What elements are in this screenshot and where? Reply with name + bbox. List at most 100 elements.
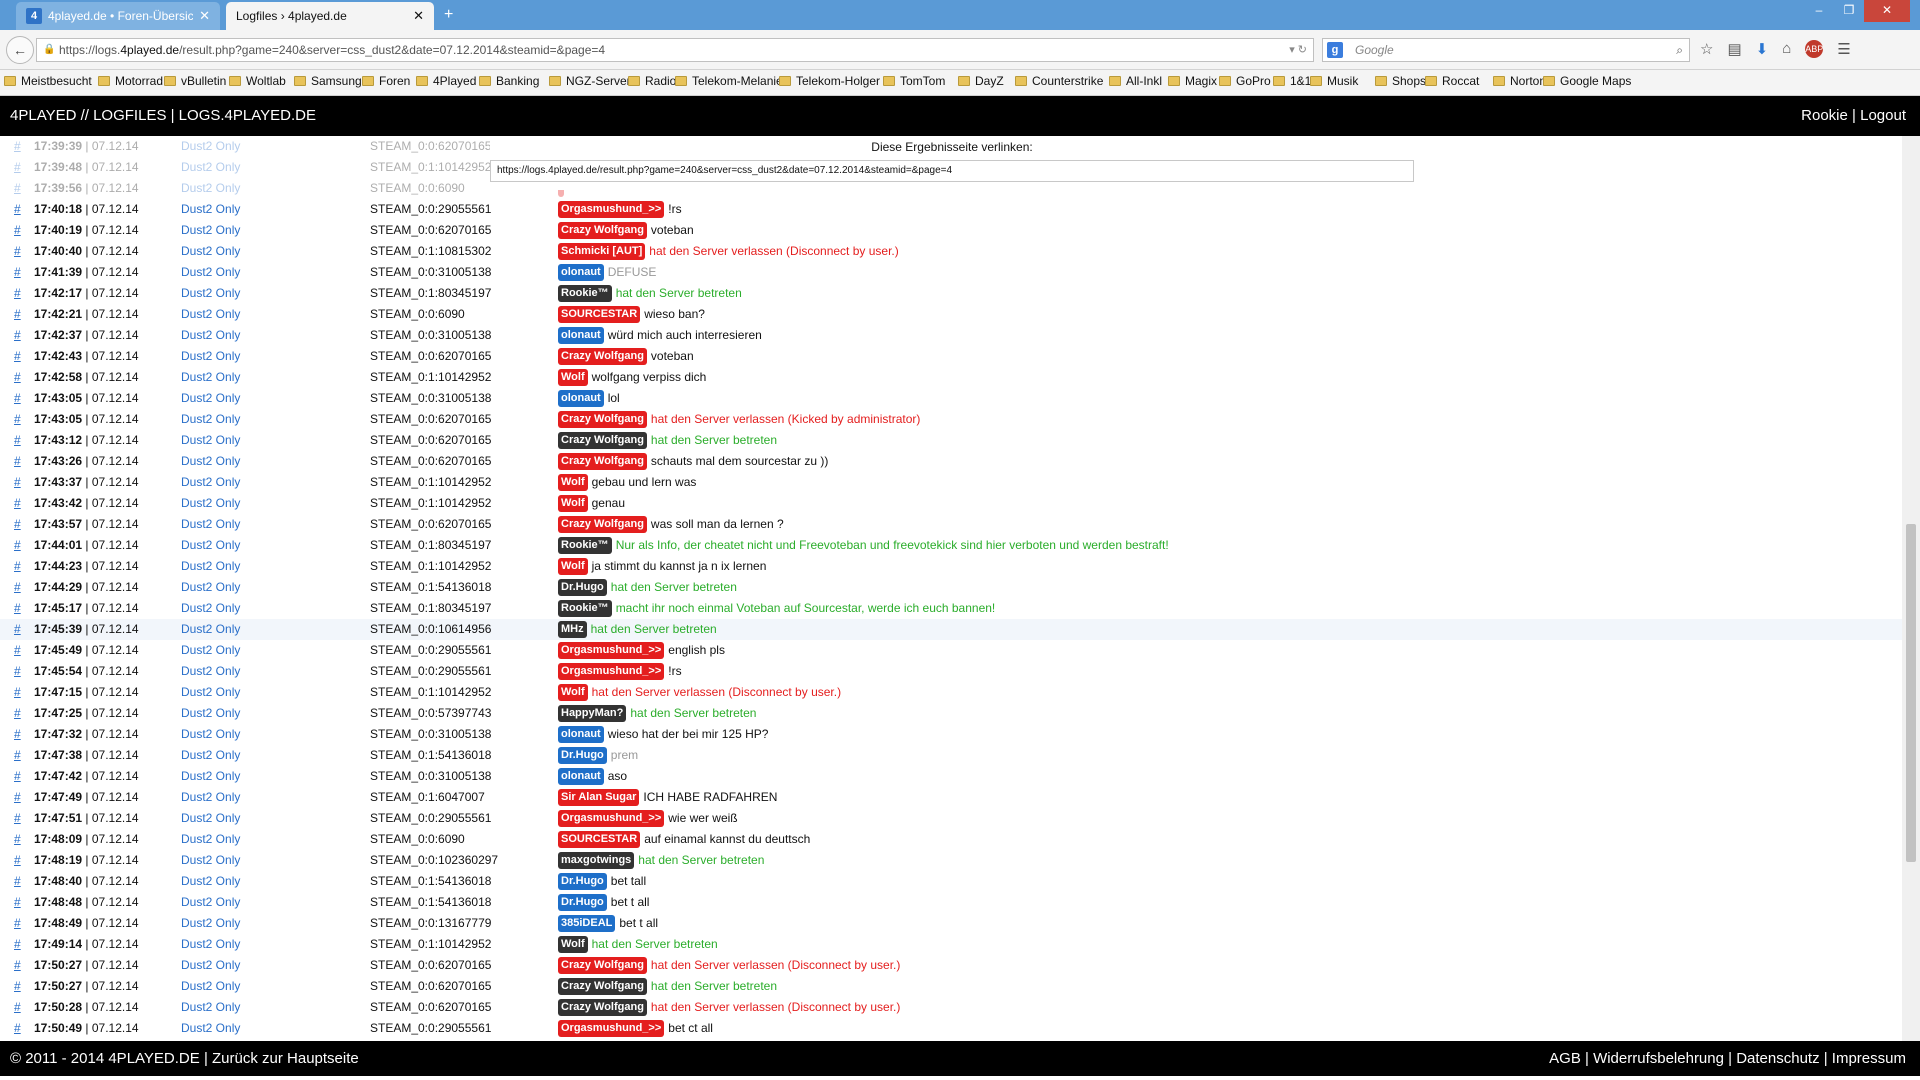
row-permalink[interactable]: # [14,304,21,325]
row-permalink[interactable]: # [14,997,21,1018]
window-close-icon[interactable]: ✕ [1864,0,1910,22]
row-steamid[interactable]: STEAM_0:1:80345197 [370,598,491,619]
player-badge[interactable]: olonaut [558,264,604,282]
row-steamid[interactable]: STEAM_0:1:10142952 [370,934,491,955]
row-steamid[interactable]: STEAM_0:0:31005138 [370,724,491,745]
row-steamid[interactable]: STEAM_0:1:80345197 [370,283,491,304]
bookmark-star-icon[interactable]: ☆ [1700,40,1713,58]
player-badge[interactable]: Crazy Wolfgang [558,453,647,471]
player-badge[interactable]: Wolf [558,684,588,702]
row-steamid[interactable]: STEAM_0:0:31005138 [370,325,491,346]
home-icon[interactable]: ⌂ [1782,40,1791,58]
search-icon[interactable]: ⌕ [1676,39,1683,61]
player-badge[interactable]: Dr.Hugo [558,873,607,891]
player-badge[interactable]: Wolf [558,369,588,387]
bookmark-item[interactable]: Musik [1310,74,1358,88]
row-permalink[interactable]: # [14,283,21,304]
row-server[interactable]: Dust2 Only [181,682,240,703]
row-server[interactable]: Dust2 Only [181,598,240,619]
row-permalink[interactable]: # [14,136,21,157]
player-badge[interactable]: Crazy Wolfgang [558,222,647,240]
row-steamid[interactable]: STEAM_0:0:62070165 [370,430,491,451]
player-badge[interactable]: Crazy Wolfgang [558,999,647,1017]
row-permalink[interactable]: # [14,913,21,934]
row-permalink[interactable]: # [14,535,21,556]
bookmark-item[interactable]: 4Played [416,74,476,88]
scrollbar[interactable] [1902,136,1920,1041]
player-badge[interactable]: HappyMan? [558,705,627,723]
row-steamid[interactable]: STEAM_0:0:29055561 [370,1018,491,1039]
player-badge[interactable]: Orgasmushund_>> [558,201,665,219]
address-bar[interactable]: 🔒 https://logs.4played.de/result.php?gam… [36,38,1314,62]
row-permalink[interactable]: # [14,808,21,829]
player-badge[interactable]: olonaut [558,390,604,408]
player-badge[interactable]: Crazy Wolfgang [558,978,647,996]
row-steamid[interactable]: STEAM_0:1:10142952 [370,472,491,493]
row-server[interactable]: Dust2 Only [181,304,240,325]
row-server[interactable]: Dust2 Only [181,787,240,808]
menu-icon[interactable]: ☰ [1837,40,1850,58]
row-permalink[interactable]: # [14,934,21,955]
bookmark-item[interactable]: GoPro [1219,74,1271,88]
player-badge[interactable]: Orgasmushund_>> [558,642,665,660]
tab-logfiles[interactable]: Logfiles › 4played.de ✕ [226,2,434,30]
row-permalink[interactable]: # [14,766,21,787]
row-permalink[interactable]: # [14,619,21,640]
row-server[interactable]: Dust2 Only [181,199,240,220]
row-steamid[interactable]: STEAM_0:0:29055561 [370,661,491,682]
player-badge[interactable]: Wolf [558,558,588,576]
player-badge[interactable]: Crazy Wolfgang [558,432,647,450]
search-input[interactable]: g Google ⌕ [1322,38,1690,62]
player-badge[interactable]: Schmicki [AUT] [558,243,646,261]
row-steamid[interactable]: STEAM_0:1:10142952 [370,556,491,577]
row-steamid[interactable]: STEAM_0:0:10614956 [370,619,491,640]
scrollbar-thumb[interactable] [1906,524,1916,862]
player-badge[interactable]: maxgotwings [558,852,635,870]
player-badge[interactable]: Wolf [558,936,588,954]
maximize-icon[interactable]: ❐ [1834,0,1864,22]
player-badge[interactable]: Crazy Wolfgang [558,516,647,534]
player-badge[interactable]: Orgasmushund_>> [558,1020,665,1038]
row-steamid[interactable]: STEAM_0:0:57397743 [370,703,491,724]
row-permalink[interactable]: # [14,577,21,598]
close-tab-icon[interactable]: ✕ [199,8,210,24]
row-permalink[interactable]: # [14,892,21,913]
row-steamid[interactable]: STEAM_0:0:6090 [370,829,465,850]
bookmark-item[interactable]: Telekom-Melanie [675,74,783,88]
player-badge[interactable]: Orgasmushund_>> [558,663,665,681]
bookmark-item[interactable]: Radio [628,74,676,88]
row-steamid[interactable]: STEAM_0:0:62070165 [370,346,491,367]
row-permalink[interactable]: # [14,514,21,535]
row-server[interactable]: Dust2 Only [181,871,240,892]
reload-icon[interactable]: ▾ ↻ [1289,39,1307,61]
row-server[interactable]: Dust2 Only [181,997,240,1018]
tab-forum[interactable]: 4 4played.de • Foren-Übersic... ✕ [16,2,220,30]
row-permalink[interactable]: # [14,346,21,367]
player-badge[interactable]: Rookie™ [558,285,612,303]
bookmark-item[interactable]: Counterstrike [1015,74,1103,88]
player-badge[interactable]: SOURCESTAR [558,306,641,324]
player-badge[interactable]: Sir Alan Sugar [558,789,640,807]
download-icon[interactable]: ⬇ [1756,40,1769,58]
bookmark-item[interactable]: TomTom [883,74,945,88]
row-permalink[interactable]: # [14,871,21,892]
row-permalink[interactable]: # [14,157,21,178]
row-steamid[interactable]: STEAM_0:0:62070165 [370,976,491,997]
bookmark-item[interactable]: Telekom-Holger [779,74,880,88]
row-steamid[interactable]: STEAM_0:1:6047007 [370,787,485,808]
player-badge[interactable]: Orgasmushund_>> [558,810,665,828]
row-steamid[interactable]: STEAM_0:1:54136018 [370,871,491,892]
row-permalink[interactable]: # [14,682,21,703]
row-server[interactable]: Dust2 Only [181,934,240,955]
logout-link[interactable]: Logout [1860,107,1906,124]
row-server[interactable]: Dust2 Only [181,178,240,199]
row-steamid[interactable]: STEAM_0:1:54136018 [370,892,491,913]
row-steamid[interactable]: STEAM_0:0:62070165 [370,220,491,241]
bookmark-item[interactable]: 1&1 [1273,74,1311,88]
row-permalink[interactable]: # [14,199,21,220]
bookmark-item[interactable]: Banking [479,74,539,88]
row-permalink[interactable]: # [14,220,21,241]
close-tab-icon[interactable]: ✕ [413,8,424,24]
row-server[interactable]: Dust2 Only [181,472,240,493]
row-server[interactable]: Dust2 Only [181,577,240,598]
